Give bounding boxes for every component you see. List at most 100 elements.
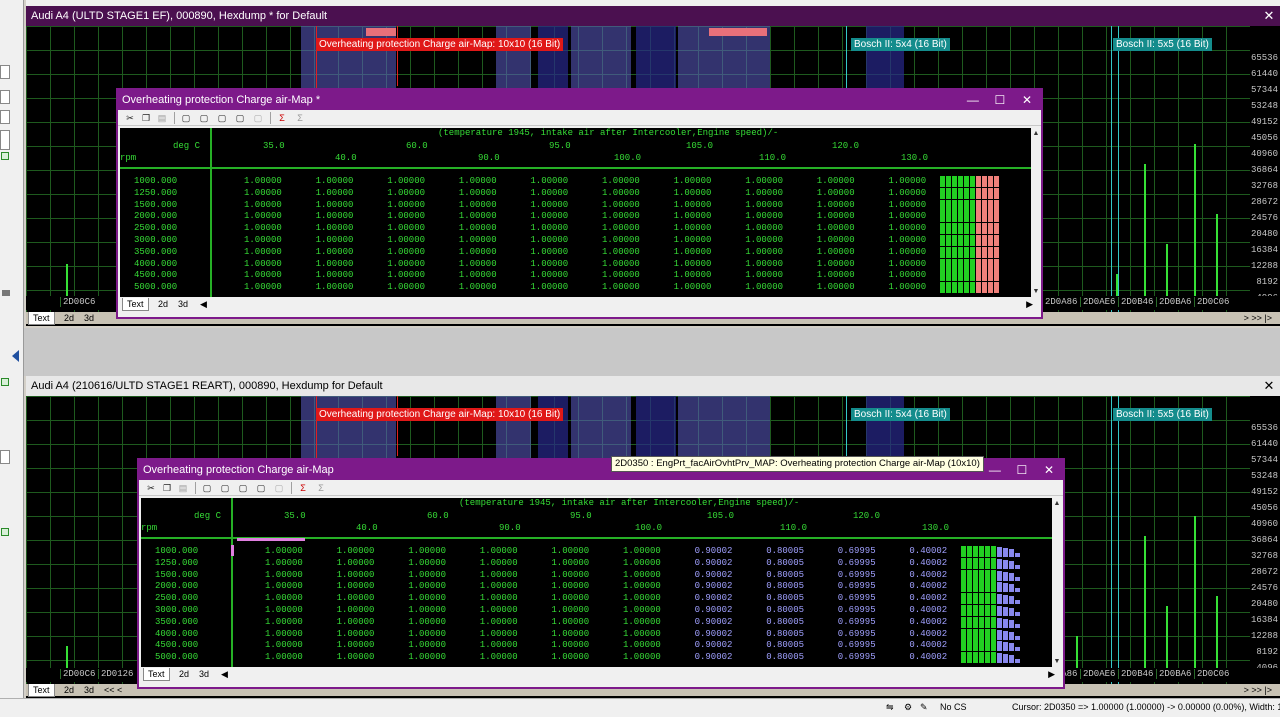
map-label[interactable]: Bosch II: 5x5 (16 Bit) [1113,408,1212,421]
map-cell[interactable]: 0.40002 [909,570,947,581]
map-cell[interactable]: 1.00000 [337,629,375,640]
left-panel-field[interactable] [0,130,10,150]
map-cell[interactable]: 1.00000 [530,188,568,199]
map-cell[interactable]: 1.00000 [602,223,640,234]
map-cell[interactable]: 1.00000 [265,640,303,651]
map-cell[interactable]: 1.00000 [459,211,497,222]
scroll-nav-buttons[interactable]: > >> |> [1244,312,1272,324]
map-cell[interactable]: 1.00000 [530,211,568,222]
scroll-up-icon[interactable]: ▲ [1052,500,1062,507]
tab-2d[interactable]: 2d [60,684,78,696]
map-cell[interactable]: 1.00000 [551,617,589,628]
map-cell[interactable]: 1.00000 [888,282,926,293]
map-cell[interactable]: 1.00000 [244,259,282,270]
map-cell[interactable]: 0.40002 [909,581,947,592]
map-cell[interactable]: 1.00000 [817,200,855,211]
map-cell[interactable]: 1.00000 [265,581,303,592]
map-cell[interactable]: 1.00000 [551,558,589,569]
map-cell[interactable]: 0.40002 [909,558,947,569]
map-cell[interactable]: 0.69995 [838,570,876,581]
sum-edit-icon[interactable]: Σ [276,112,288,124]
map-cell[interactable]: 1.00000 [408,570,446,581]
maximize-icon[interactable]: ☐ [1010,460,1034,480]
map-cell[interactable]: 1.00000 [817,188,855,199]
map-cell[interactable]: 0.40002 [909,593,947,604]
map-cell[interactable]: 1.00000 [387,200,425,211]
map-cell[interactable]: 1.00000 [316,247,354,258]
map-cell[interactable]: 1.00000 [387,223,425,234]
map-cell[interactable]: 1.00000 [888,235,926,246]
map-cell[interactable]: 1.00000 [530,176,568,187]
tab-2d[interactable]: 2d [154,298,172,310]
map-cell[interactable]: 1.00000 [408,558,446,569]
tab-text[interactable]: Text [143,668,170,681]
map-cell[interactable]: 0.90002 [695,652,733,663]
map-cell[interactable]: 0.80005 [766,605,804,616]
map-cell[interactable]: 1.00000 [602,259,640,270]
add-row-icon[interactable]: ▢ [216,112,228,124]
map-cell[interactable]: 1.00000 [623,558,661,569]
add-col-icon[interactable]: ▢ [180,112,192,124]
left-panel-checkbox[interactable] [1,378,9,386]
map-cell[interactable]: 1.00000 [674,188,712,199]
map-cell[interactable]: 1.00000 [244,176,282,187]
map-cell[interactable]: 0.80005 [766,581,804,592]
map-label[interactable]: Bosch II: 5x5 (16 Bit) [1113,38,1212,51]
tab-3d[interactable]: 3d [80,312,98,324]
map-cell[interactable]: 1.00000 [888,211,926,222]
map-cell[interactable]: 1.00000 [817,176,855,187]
map-cell[interactable]: 0.80005 [766,558,804,569]
copy-icon[interactable]: ❐ [140,112,152,124]
remove-col-icon[interactable]: ▢ [219,482,231,494]
map-cell[interactable]: 0.80005 [766,652,804,663]
map-cell[interactable]: 1.00000 [674,200,712,211]
map-table[interactable]: (temperature 1945, intake air after Inte… [120,128,1031,297]
map-cell[interactable]: 1.00000 [244,247,282,258]
scroll-right-icon[interactable]: ▶ [1044,668,1059,680]
sum-edit-icon[interactable]: Σ [297,482,309,494]
map-cell[interactable]: 1.00000 [623,605,661,616]
map-cell[interactable]: 1.00000 [480,617,518,628]
map-cell[interactable]: 1.00000 [530,200,568,211]
map-cell[interactable]: 0.69995 [838,605,876,616]
add-col-icon[interactable]: ▢ [201,482,213,494]
map-cell[interactable]: 1.00000 [888,259,926,270]
map-cell[interactable]: 0.69995 [838,546,876,557]
vertical-scrollbar[interactable]: ▲ ▼ [1052,498,1062,667]
map-cell[interactable]: 1.00000 [480,640,518,651]
map-cell[interactable]: 1.00000 [459,282,497,293]
map-cell[interactable]: 1.00000 [316,282,354,293]
map-cell[interactable]: 1.00000 [551,581,589,592]
map-cell[interactable]: 1.00000 [623,546,661,557]
map-cell[interactable]: 1.00000 [623,652,661,663]
map-cell[interactable]: 1.00000 [408,605,446,616]
map-cell[interactable]: 0.69995 [838,593,876,604]
map-cell[interactable]: 1.00000 [530,259,568,270]
tab-3d[interactable]: 3d [174,298,192,310]
map-cell[interactable]: 0.90002 [695,617,733,628]
map-cell[interactable]: 1.00000 [459,188,497,199]
map-cell[interactable]: 1.00000 [745,235,783,246]
map-cell[interactable]: 1.00000 [745,247,783,258]
map-cell[interactable]: 0.80005 [766,617,804,628]
map-cell[interactable]: 0.90002 [695,629,733,640]
map-cell[interactable]: 1.00000 [674,223,712,234]
map-label[interactable]: Overheating protection Charge air-Map: 1… [316,38,564,51]
map-cell[interactable]: 1.00000 [674,247,712,258]
map-cell[interactable]: 1.00000 [602,211,640,222]
map-cell[interactable]: 1.00000 [551,629,589,640]
map-cell[interactable]: 1.00000 [530,282,568,293]
map-cell[interactable]: 1.00000 [530,235,568,246]
map-cell[interactable]: 1.00000 [480,652,518,663]
collapse-arrow-icon[interactable] [12,350,19,362]
map-cell[interactable]: 1.00000 [337,581,375,592]
scroll-left-icon[interactable]: ◀ [217,668,232,680]
tab-3d[interactable]: 3d [195,668,213,680]
map-cell[interactable]: 0.80005 [766,570,804,581]
map-cell[interactable]: 1.00000 [265,546,303,557]
map-cell[interactable]: 0.90002 [695,570,733,581]
paste-icon[interactable]: ▤ [177,482,189,494]
map-cell[interactable]: 1.00000 [623,570,661,581]
map-cell[interactable]: 1.00000 [387,247,425,258]
map-cell[interactable]: 1.00000 [316,176,354,187]
